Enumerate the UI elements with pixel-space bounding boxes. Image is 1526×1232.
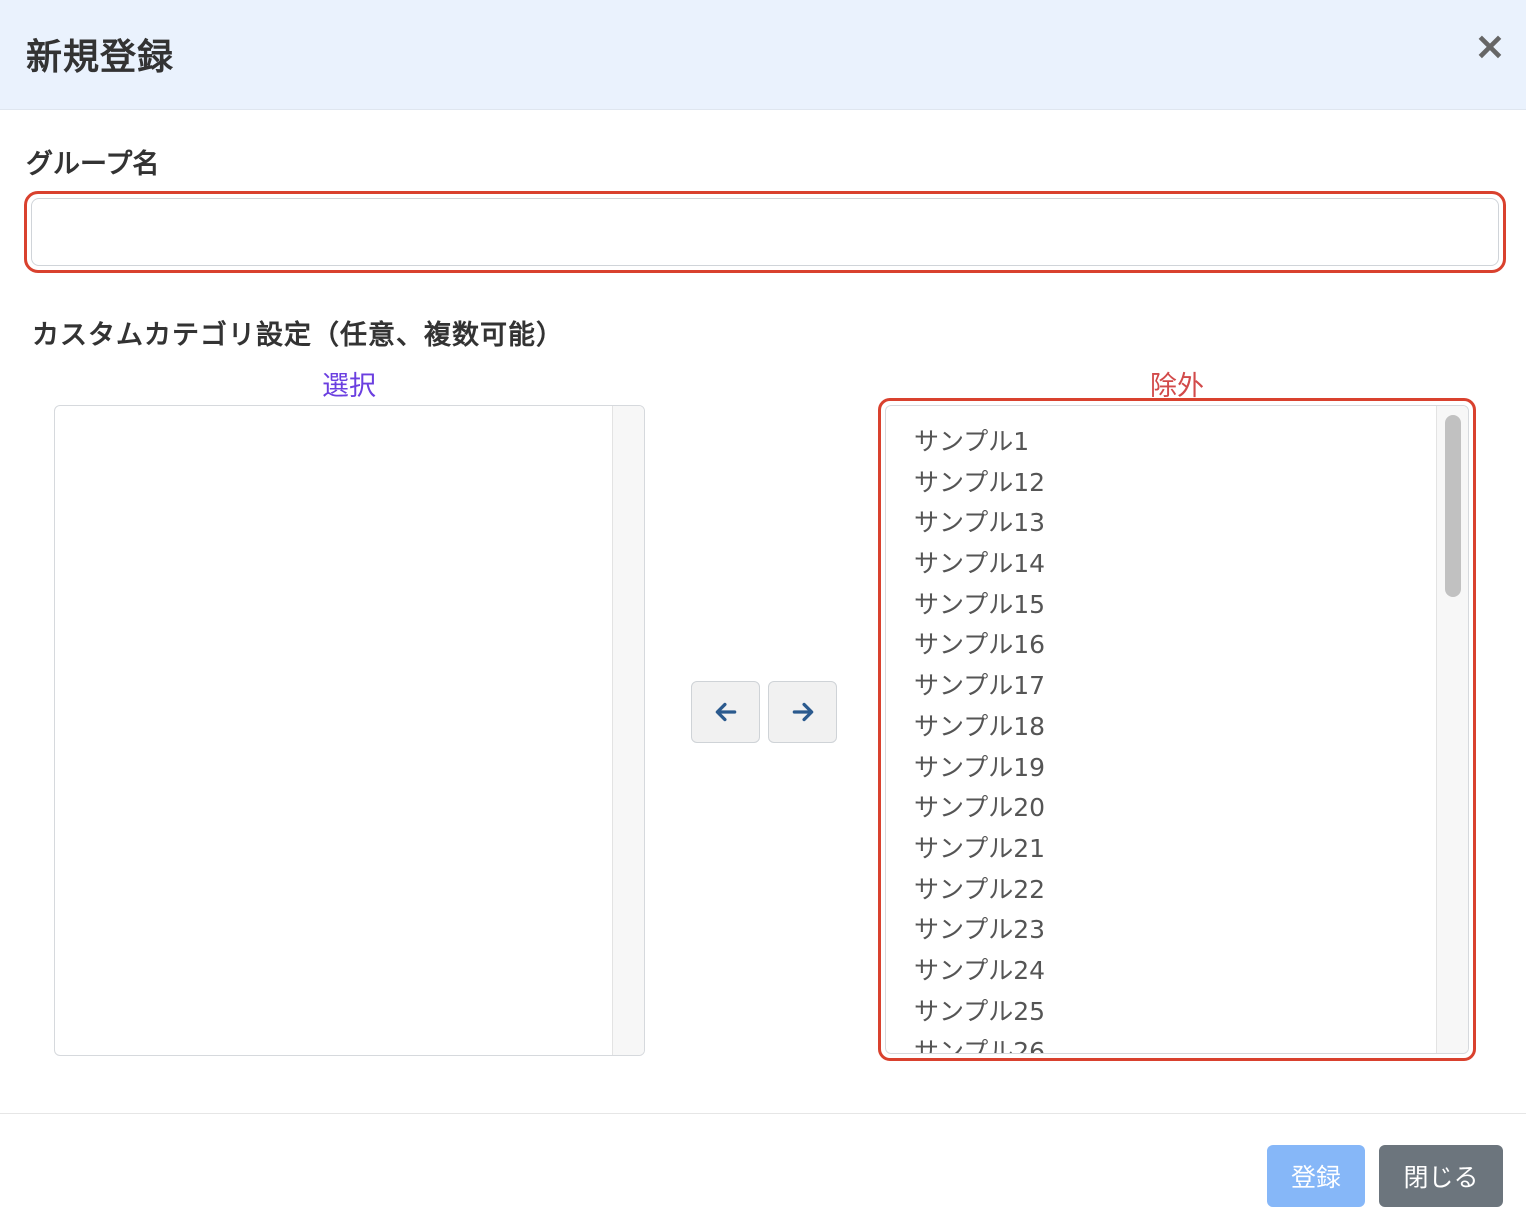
list-item[interactable]: サンプル21 bbox=[914, 829, 1468, 870]
list-item[interactable]: サンプル26 bbox=[914, 1032, 1468, 1053]
list-item[interactable]: サンプル25 bbox=[914, 992, 1468, 1033]
select-list[interactable] bbox=[54, 405, 645, 1056]
list-item[interactable]: サンプル20 bbox=[914, 788, 1468, 829]
register-button[interactable]: 登録 bbox=[1267, 1145, 1365, 1207]
close-icon: ✕ bbox=[1474, 27, 1506, 68]
exclude-list-scroll-thumb[interactable] bbox=[1445, 415, 1461, 597]
list-item[interactable]: サンプル16 bbox=[914, 625, 1468, 666]
list-item[interactable]: サンプル13 bbox=[914, 503, 1468, 544]
arrow-left-icon bbox=[715, 702, 736, 722]
select-list-scrollbar[interactable] bbox=[612, 406, 644, 1055]
close-button[interactable]: ✕ bbox=[1470, 30, 1510, 66]
list-item[interactable]: サンプル18 bbox=[914, 707, 1468, 748]
group-name-highlight bbox=[24, 191, 1506, 273]
register-modal: 新規登録 ✕ グループ名 カスタムカテゴリ設定（任意、複数可能） 選択 除外 サ… bbox=[0, 0, 1526, 1232]
exclude-list-scrollbar[interactable] bbox=[1436, 406, 1468, 1053]
list-item[interactable]: サンプル17 bbox=[914, 666, 1468, 707]
close-footer-button[interactable]: 閉じる bbox=[1379, 1145, 1503, 1207]
exclude-items: サンプル1 サンプル12 サンプル13 サンプル14 サンプル15 サンプル16 サンプル1… bbox=[886, 406, 1468, 1053]
custom-category-label: カスタムカテゴリ設定（任意、複数可能） bbox=[32, 320, 564, 351]
group-name-input[interactable] bbox=[31, 198, 1499, 266]
list-item[interactable]: サンプル1 bbox=[914, 422, 1468, 463]
list-item[interactable]: サンプル22 bbox=[914, 870, 1468, 911]
list-item[interactable]: サンプル19 bbox=[914, 748, 1468, 789]
modal-header: 新規登録 ✕ bbox=[0, 0, 1526, 110]
list-item[interactable]: サンプル23 bbox=[914, 910, 1468, 951]
list-item[interactable]: サンプル24 bbox=[914, 951, 1468, 992]
select-column-title: 選択 bbox=[322, 371, 376, 402]
footer-divider bbox=[0, 1113, 1526, 1114]
move-right-button[interactable] bbox=[768, 681, 837, 743]
arrow-right-icon bbox=[792, 702, 813, 722]
exclude-list-highlight: サンプル1 サンプル12 サンプル13 サンプル14 サンプル15 サンプル16 サンプル1… bbox=[878, 398, 1476, 1061]
exclude-list[interactable]: サンプル1 サンプル12 サンプル13 サンプル14 サンプル15 サンプル16 サンプル1… bbox=[885, 405, 1469, 1054]
list-item[interactable]: サンプル14 bbox=[914, 544, 1468, 585]
list-item[interactable]: サンプル12 bbox=[914, 463, 1468, 504]
list-item[interactable]: サンプル15 bbox=[914, 585, 1468, 626]
group-name-label: グループ名 bbox=[26, 149, 160, 180]
modal-title: 新規登録 bbox=[26, 37, 175, 78]
move-left-button[interactable] bbox=[691, 681, 760, 743]
